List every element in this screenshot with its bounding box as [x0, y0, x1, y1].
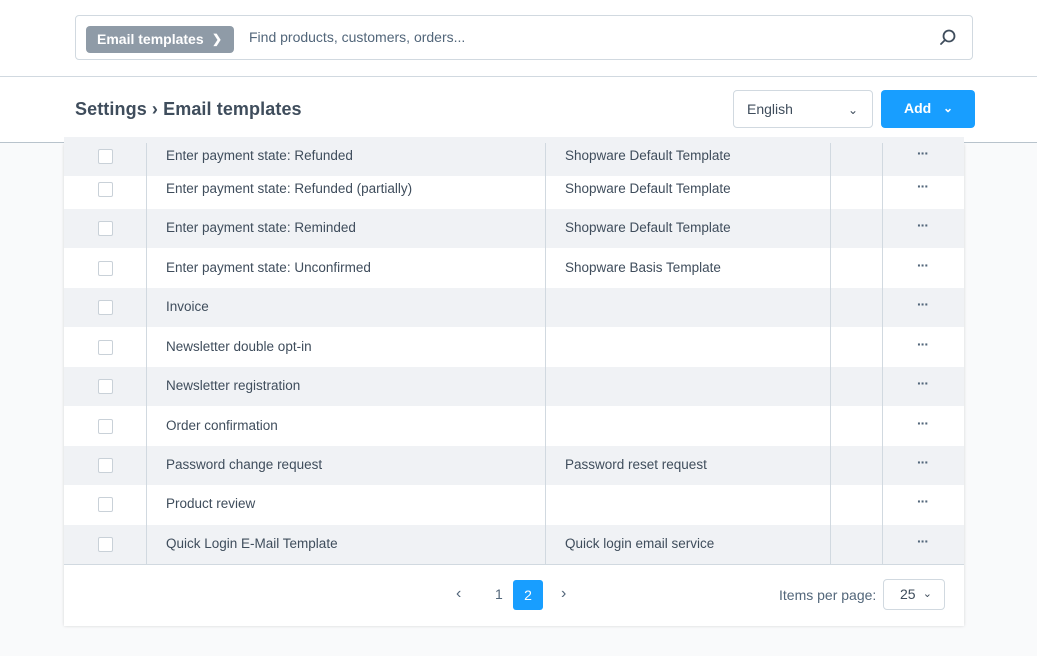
chevron-down-icon: ⌄ — [847, 103, 858, 117]
row-checkbox[interactable] — [98, 149, 113, 164]
row-checkbox[interactable] — [98, 497, 113, 512]
items-per-page-select[interactable]: 25 ⌄ — [883, 579, 945, 610]
page-button-1[interactable]: 1 — [495, 586, 503, 602]
row-actions-icon[interactable]: ··· — [917, 178, 929, 194]
chevron-down-icon: ⌄ — [922, 588, 932, 600]
template-name[interactable]: Newsletter registration — [166, 378, 300, 393]
row-checkbox[interactable] — [98, 300, 113, 315]
row-checkbox[interactable] — [98, 458, 113, 473]
table-row[interactable]: Order confirmation ··· — [64, 407, 964, 446]
row-actions-icon[interactable]: ··· — [917, 145, 929, 161]
template-type: Shopware Default Template — [565, 220, 731, 235]
row-checkbox[interactable] — [98, 182, 113, 197]
template-type: Shopware Default Template — [565, 148, 731, 163]
add-button[interactable]: Add ⌄ — [881, 90, 975, 128]
row-checkbox[interactable] — [98, 340, 113, 355]
search-icon[interactable] — [938, 28, 958, 48]
template-name[interactable]: Enter payment state: Reminded — [166, 220, 356, 235]
chevron-down-icon: ❯ — [211, 32, 222, 46]
search-box: Email templates ❯ — [75, 15, 973, 60]
template-type: Shopware Basis Template — [565, 260, 721, 275]
row-actions-icon[interactable]: ··· — [917, 257, 929, 273]
template-name[interactable]: Enter payment state: Refunded (partially… — [166, 181, 412, 196]
table-row[interactable]: Enter payment state: Reminded Shopware De… — [64, 209, 964, 248]
template-name[interactable]: Password change request — [166, 457, 322, 472]
table-row[interactable]: Quick Login E-Mail Template Quick login e… — [64, 525, 964, 564]
row-checkbox[interactable] — [98, 419, 113, 434]
items-per-page-label: Items per page: — [779, 587, 877, 603]
row-actions-icon[interactable]: ··· — [917, 336, 929, 352]
search-input[interactable] — [247, 28, 901, 46]
table-row[interactable]: Enter payment state: Unconfirmed Shopware… — [64, 249, 964, 288]
row-actions-icon[interactable]: ··· — [917, 493, 929, 509]
search-type-label: Email templates — [97, 31, 204, 47]
breadcrumb: Settings › Email templates — [75, 99, 302, 119]
row-checkbox[interactable] — [98, 537, 113, 552]
template-name[interactable]: Quick Login E-Mail Template — [166, 536, 338, 551]
row-actions-icon[interactable]: ··· — [917, 415, 929, 431]
template-name[interactable]: Order confirmation — [166, 418, 278, 433]
items-per-page-value: 25 — [900, 586, 916, 602]
template-name[interactable]: Product review — [166, 496, 255, 511]
page-button-2-current[interactable]: 2 — [513, 580, 543, 610]
template-name[interactable]: Newsletter double opt-in — [166, 339, 312, 354]
column-divider — [146, 143, 147, 564]
language-select[interactable]: English ⌄ — [733, 90, 873, 128]
row-actions-icon[interactable]: ··· — [917, 375, 929, 391]
search-type-dropdown[interactable]: Email templates ❯ — [86, 26, 234, 53]
template-type: Password reset request — [565, 457, 707, 472]
table-row[interactable]: Newsletter registration ··· — [64, 367, 964, 406]
template-type: Quick login email service — [565, 536, 715, 551]
global-search-bar: Email templates ❯ — [0, 0, 1037, 77]
page-header: Settings › Email templates English ⌄ Add… — [0, 77, 1037, 143]
template-type: Shopware Default Template — [565, 181, 731, 196]
row-checkbox[interactable] — [98, 261, 113, 276]
table-row[interactable]: Enter payment state: Refunded (partially… — [64, 170, 964, 209]
chevron-down-icon: ⌄ — [942, 101, 953, 115]
chevron-left-icon[interactable]: ‹ — [456, 585, 461, 603]
row-actions-icon[interactable]: ··· — [917, 217, 929, 233]
column-divider — [545, 143, 546, 564]
row-actions-icon[interactable]: ··· — [917, 454, 929, 470]
table-row[interactable]: Product review ··· — [64, 485, 964, 524]
column-divider — [830, 143, 831, 564]
chevron-right-icon[interactable]: › — [561, 585, 566, 603]
table-row[interactable]: Password change request Password reset re… — [64, 446, 964, 485]
email-templates-grid: Enter payment state: Refunded Shopware De… — [64, 137, 964, 626]
row-checkbox[interactable] — [98, 221, 113, 236]
row-checkbox[interactable] — [98, 379, 113, 394]
template-name[interactable]: Enter payment state: Refunded — [166, 148, 353, 163]
template-name[interactable]: Invoice — [166, 299, 209, 314]
add-button-label: Add — [904, 100, 932, 116]
column-divider — [882, 143, 883, 564]
table-row[interactable]: Newsletter double opt-in ··· — [64, 328, 964, 367]
grid-pagination: ‹ 1 2 › Items per page: 25 ⌄ — [64, 564, 964, 626]
language-value: English — [747, 101, 793, 117]
row-actions-icon[interactable]: ··· — [917, 296, 929, 312]
table-row[interactable]: Invoice ··· — [64, 288, 964, 327]
row-actions-icon[interactable]: ··· — [917, 533, 929, 549]
template-name[interactable]: Enter payment state: Unconfirmed — [166, 260, 371, 275]
